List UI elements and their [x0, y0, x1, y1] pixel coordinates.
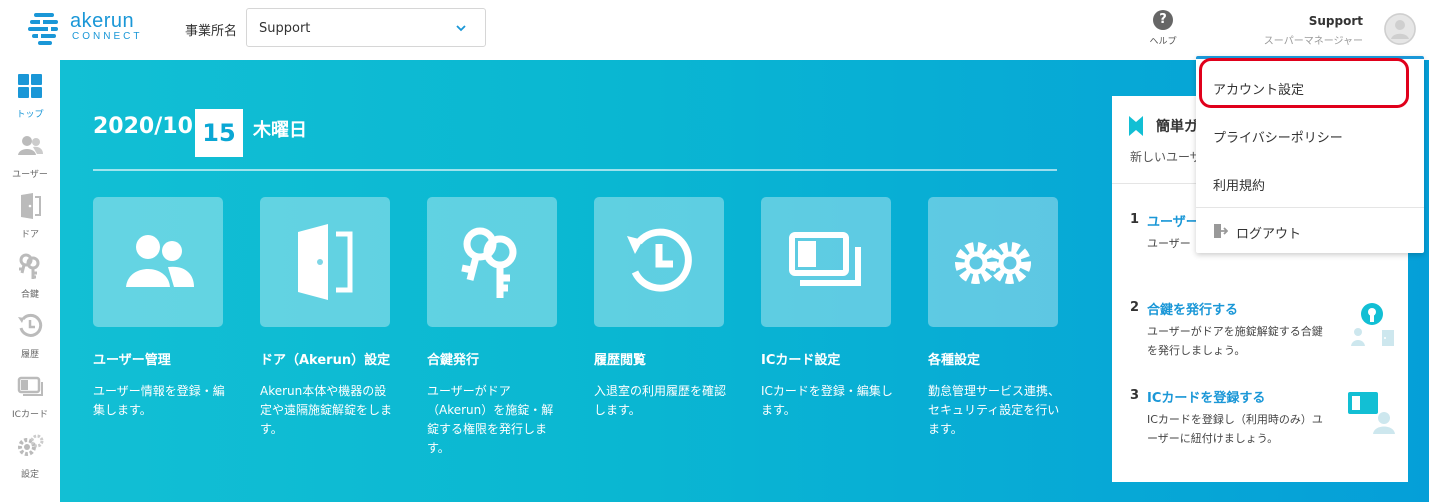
- card-title[interactable]: 合鍵発行: [427, 349, 557, 368]
- gear-icon: [18, 434, 44, 456]
- sidebar-item-iccard[interactable]: ICカード: [0, 365, 60, 425]
- step-title-link[interactable]: ユーザー: [1147, 211, 1199, 230]
- sidebar-item-label: 履歴: [20, 350, 39, 360]
- card-tile[interactable]: [594, 197, 724, 327]
- date-weekday: 木曜日: [253, 120, 307, 141]
- grid-icon: [18, 74, 42, 98]
- key-door-icon: [1351, 303, 1394, 346]
- step-number: 2: [1130, 300, 1140, 315]
- sidebar-item-label: ドア: [20, 230, 39, 240]
- office-label: 事業所名: [185, 24, 238, 39]
- logout-icon: [1214, 224, 1228, 238]
- chevron-down-icon: [456, 25, 466, 32]
- history-icon: [18, 313, 43, 337]
- divider: [93, 169, 1057, 171]
- menu-divider: [1196, 207, 1424, 208]
- help-icon: ?: [1153, 10, 1173, 30]
- card-desc: ユーザーがドア（Akerun）を施錠・解錠する権限を発行します。: [427, 384, 554, 455]
- card-desc: ユーザー情報を登録・編集します。: [93, 384, 225, 417]
- logo-wordmark: akerun: [70, 10, 135, 32]
- card-title[interactable]: 各種設定: [928, 349, 1058, 368]
- card-settings[interactable]: 各種設定 勤怠管理サービス連携、セキュリティ設定を行います。: [928, 197, 1060, 439]
- top-bar: akerun CONNECT 事業所名 Support ? ヘルプ Suppor…: [0, 0, 1429, 60]
- user-role: スーパーマネージャー: [1263, 36, 1363, 47]
- card-title[interactable]: ドア（Akerun）設定: [260, 349, 390, 368]
- card-iccard[interactable]: ICカード設定 ICカードを登録・編集します。: [761, 197, 893, 420]
- step-number: 3: [1130, 388, 1140, 403]
- menu-item-label: プライバシーポリシー: [1213, 131, 1343, 146]
- date-year-month: 2020/10: [93, 114, 193, 139]
- card-tile[interactable]: [427, 197, 557, 327]
- logo-subtitle: CONNECT: [72, 31, 143, 42]
- menu-item-label: 利用規約: [1213, 179, 1266, 194]
- card-tile[interactable]: [928, 197, 1058, 327]
- sidebar-item-label: 設定: [20, 470, 39, 480]
- help-button[interactable]: ? ヘルプ: [1141, 10, 1185, 50]
- annotation-highlight: [1199, 58, 1409, 108]
- card-title[interactable]: ユーザー管理: [93, 349, 223, 368]
- card-user-management[interactable]: ユーザー管理 ユーザー情報を登録・編集します。: [93, 197, 225, 420]
- office-select-value: Support: [259, 21, 311, 36]
- guide-step-3: 3 ICカードを登録する ICカードを登録し（利用時のみ）ユーザーに紐付けましょ…: [1130, 387, 1395, 448]
- sidebar-item-top[interactable]: トップ: [0, 65, 60, 125]
- card-desc: 入退室の利用履歴を確認します。: [594, 384, 727, 417]
- menu-item-logout[interactable]: ログアウト: [1196, 209, 1424, 253]
- card-tile[interactable]: [93, 197, 223, 327]
- card-door-settings[interactable]: ドア（Akerun）設定 Akerun本体や機器の設定や遠隔施錠解錠をします。: [260, 197, 392, 439]
- card-desc: 勤怠管理サービス連携、セキュリティ設定を行います。: [928, 384, 1061, 436]
- sidebar-item-door[interactable]: ドア: [0, 185, 60, 245]
- step-desc: ICカードを登録し（利用時のみ）ユーザーに紐付けましょう。: [1147, 413, 1323, 445]
- step-title-link[interactable]: ICカードを登録する: [1147, 387, 1265, 406]
- menu-item-privacy-policy[interactable]: プライバシーポリシー: [1196, 113, 1424, 157]
- menu-item-terms[interactable]: 利用規約: [1196, 161, 1424, 205]
- sidebar-item-users[interactable]: ユーザー: [0, 125, 60, 185]
- sidebar-item-label: ユーザー: [12, 170, 48, 180]
- card-tile[interactable]: [260, 197, 390, 327]
- date-day: 15: [195, 109, 243, 157]
- history-icon: [627, 228, 692, 292]
- guide-title: 簡単ガ: [1156, 119, 1198, 135]
- door-icon: [21, 193, 41, 219]
- avatar[interactable]: [1384, 13, 1416, 45]
- key-icon: [19, 253, 40, 279]
- step-desc: ユーザーがドアを施錠解錠する合鍵を発行しましょう。: [1147, 325, 1323, 357]
- users-icon: [126, 235, 194, 287]
- card-title[interactable]: ICカード設定: [761, 349, 891, 368]
- akerun-logo-icon: [28, 13, 58, 45]
- step-number: 1: [1130, 212, 1140, 227]
- sidebar-item-keys[interactable]: 合鍵: [0, 245, 60, 305]
- key-icon: [461, 227, 517, 298]
- sidebar-item-label: トップ: [16, 110, 44, 120]
- office-select[interactable]: Support: [246, 8, 486, 47]
- card-icon: [17, 376, 43, 396]
- sidebar-item-settings[interactable]: 設定: [0, 425, 60, 485]
- akerun-connect-logo[interactable]: akerun CONNECT: [28, 10, 148, 46]
- card-desc: Akerun本体や機器の設定や遠隔施錠解錠をします。: [260, 384, 393, 436]
- guide-subtitle: 新しいユーザ: [1130, 150, 1202, 164]
- gear-icon: [955, 242, 1031, 284]
- user-name[interactable]: Support: [1309, 14, 1363, 28]
- card-desc: ICカードを登録・編集します。: [761, 384, 893, 417]
- step-title-link[interactable]: 合鍵を発行する: [1147, 299, 1238, 318]
- iccard-user-icon: [1348, 392, 1395, 434]
- card-title[interactable]: 履歴閲覧: [594, 349, 724, 368]
- sidebar-item-label: 合鍵: [20, 290, 39, 300]
- help-label: ヘルプ: [1149, 37, 1177, 47]
- avatar-icon: [1384, 13, 1416, 45]
- sidebar-item-label: ICカード: [12, 410, 48, 420]
- bookmark-icon: [1129, 116, 1143, 136]
- card-tile[interactable]: [761, 197, 891, 327]
- card-key-issue[interactable]: 合鍵発行 ユーザーがドア（Akerun）を施錠・解錠する権限を発行します。: [427, 197, 557, 458]
- guide-step-2: 2 合鍵を発行する ユーザーがドアを施錠解錠する合鍵を発行しましょう。: [1130, 299, 1394, 360]
- card-icon: [789, 232, 861, 286]
- sidebar-item-history[interactable]: 履歴: [0, 305, 60, 365]
- sidebar: トップ ユーザー ドア 合鍵 履歴 ICカード 設定: [0, 60, 60, 502]
- users-icon: [18, 136, 43, 155]
- card-history[interactable]: 履歴閲覧 入退室の利用履歴を確認します。: [594, 197, 726, 420]
- menu-item-label: ログアウト: [1236, 227, 1302, 242]
- door-icon: [298, 224, 353, 300]
